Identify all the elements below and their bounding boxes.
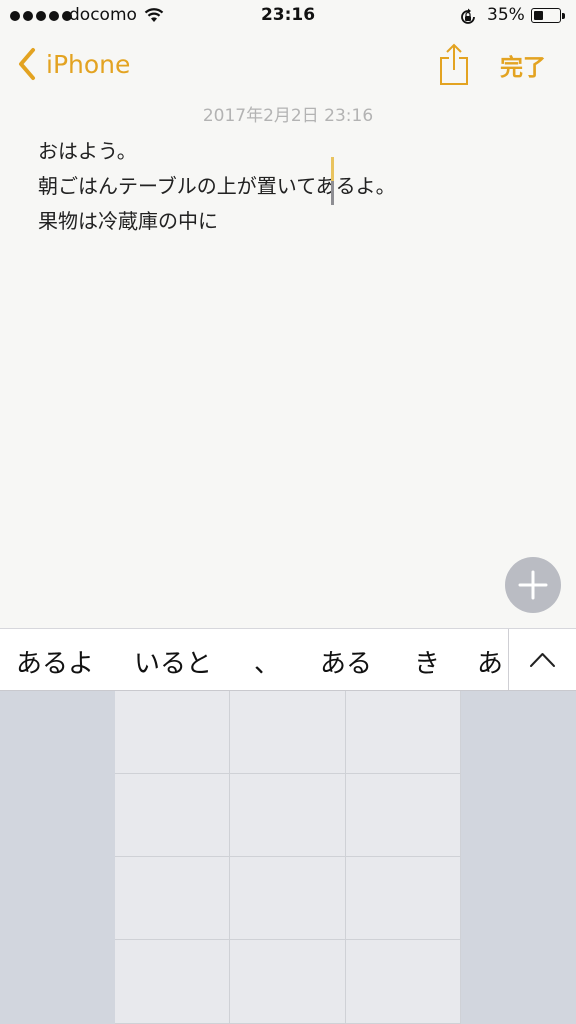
share-button[interactable] [438, 42, 470, 86]
keyboard-key[interactable] [230, 774, 346, 857]
battery-percentage: 35% [487, 5, 525, 25]
keyboard-key[interactable] [346, 857, 461, 940]
back-button[interactable]: iPhone [14, 44, 130, 84]
suggestion-item[interactable]: あるよ [16, 643, 94, 680]
note-date: 2017年2月2日 23:16 [202, 106, 374, 126]
note-text-area[interactable]: おはよう。 朝ごはんテーブルの上が置いてあるよ。 果物は冷蔵庫の中に [38, 134, 548, 239]
plus-icon [505, 570, 561, 617]
keyboard-key[interactable] [115, 940, 230, 1024]
back-button-label: iPhone [46, 49, 131, 79]
note-line: おはよう。 [38, 139, 137, 163]
keyboard-key[interactable] [346, 691, 461, 774]
keyboard [0, 691, 576, 1024]
suggestion-item[interactable]: いると [134, 643, 212, 680]
navigation-bar: iPhone 完了 [0, 34, 576, 94]
battery-tip [562, 13, 565, 19]
share-icon [438, 43, 470, 90]
keyboard-key[interactable] [115, 857, 230, 940]
suggestion-item[interactable]: き [414, 643, 440, 680]
keyboard-key[interactable] [115, 691, 230, 774]
rotation-lock-icon [458, 7, 478, 31]
chevron-left-icon [14, 44, 40, 84]
note-line: 果物は冷蔵庫の中に [38, 209, 218, 233]
keyboard-right-function-keys[interactable] [461, 691, 576, 1024]
keyboard-key[interactable] [230, 691, 346, 774]
keyboard-key[interactable] [230, 857, 346, 940]
keyboard-key[interactable] [346, 774, 461, 857]
predictive-suggestions-bar: あるよ いると 、 ある き あ [0, 628, 576, 691]
suggestion-item[interactable]: あ [477, 643, 503, 680]
done-button[interactable]: 完了 [500, 48, 546, 82]
keyboard-left-function-keys[interactable] [0, 691, 115, 1024]
status-bar: docomo 23:16 35% [0, 0, 576, 34]
keyboard-key[interactable] [230, 940, 346, 1024]
expand-suggestions-button[interactable] [509, 629, 576, 690]
keyboard-key[interactable] [346, 940, 461, 1024]
suggestion-item[interactable]: 、 [254, 643, 280, 680]
keyboard-key-grid [115, 691, 461, 1024]
suggestion-item[interactable]: ある [320, 643, 372, 680]
add-button[interactable] [505, 557, 561, 613]
keyboard-key[interactable] [115, 774, 230, 857]
note-line: 朝ごはんテーブルの上が置いてあるよ。 [38, 174, 396, 198]
chevron-up-icon [509, 653, 576, 690]
battery-icon [531, 8, 561, 23]
